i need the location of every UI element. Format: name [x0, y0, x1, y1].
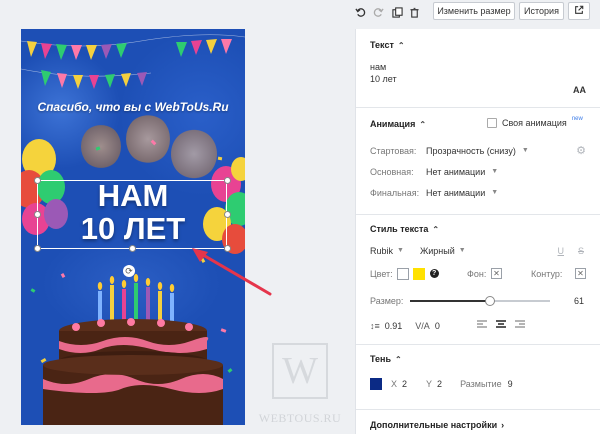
resize-handle-bl[interactable] — [34, 245, 41, 252]
chevron-right-icon: › — [501, 420, 505, 430]
size-label: Размер: — [370, 295, 404, 306]
text-content-editor[interactable]: нам 10 лет — [370, 61, 586, 85]
color-label: Цвет: — [370, 268, 393, 279]
size-value: 61 — [573, 295, 584, 306]
underline-icon[interactable]: U — [558, 246, 565, 256]
advanced-section: Дополнительные настройки › — [356, 410, 600, 434]
resize-handle-ml[interactable] — [34, 211, 41, 218]
outline-none-toggle[interactable]: ✕ — [575, 268, 586, 279]
size-slider-fill — [410, 299, 490, 302]
final-animation-select[interactable]: Нет анимации ▼ — [426, 188, 498, 198]
color-swatch-white[interactable] — [396, 267, 409, 280]
resize-handle-bm[interactable] — [129, 245, 136, 252]
caret-down-icon: ▼ — [491, 189, 499, 196]
gear-icon[interactable]: ⚙ — [576, 144, 586, 157]
background-none-toggle[interactable]: ✕ — [491, 268, 502, 279]
align-center-icon[interactable] — [496, 320, 506, 331]
design-canvas[interactable]: Спасибо, что вы с WebToUs.Ru НАМ 10 ЛЕТ — [21, 29, 245, 425]
resize-button[interactable]: Изменить размер — [433, 2, 515, 20]
background-label: Фон: — [467, 268, 487, 279]
shadow-section: Тень ⌃ X 2 Y 2 Размытие 9 — [356, 345, 600, 410]
shadow-y-label: Y — [426, 378, 433, 389]
help-icon[interactable]: ? — [429, 269, 439, 278]
resize-handle-mr[interactable] — [224, 211, 231, 218]
shadow-color-swatch[interactable] — [370, 377, 382, 390]
chevron-up-icon: ⌃ — [397, 40, 405, 50]
resize-handle-tr[interactable] — [224, 177, 231, 184]
letter-spacing-value[interactable]: 0 — [435, 321, 440, 331]
outline-label: Контур: — [531, 268, 563, 279]
resize-handle-tl[interactable] — [34, 177, 41, 184]
caret-down-icon: ▼ — [458, 247, 466, 254]
text-style-section-header[interactable]: Стиль текста ⌃ — [370, 224, 586, 234]
pointer-arrow — [192, 248, 272, 296]
main-animation-label: Основная: — [370, 166, 414, 177]
text-style-section: Стиль текста ⌃ Rubik ▼ Жирный ▼ U S Цвет: … — [356, 215, 600, 345]
bunting-flags — [21, 34, 245, 89]
thanks-caption[interactable]: Спасибо, что вы с WebToUs.Ru — [21, 100, 245, 114]
own-animation-toggle[interactable]: Своя анимация new — [487, 116, 583, 128]
shadow-y-value[interactable]: 2 — [437, 379, 442, 389]
delete-icon[interactable] — [406, 4, 422, 20]
redo-icon[interactable] — [370, 4, 386, 20]
strikethrough-icon[interactable]: S — [578, 246, 584, 256]
caret-down-icon: ▼ — [397, 247, 404, 254]
shadow-x-label: X — [391, 378, 398, 389]
start-animation-label: Стартовая: — [370, 145, 417, 156]
final-animation-label: Финальная: — [370, 187, 420, 198]
copy-icon[interactable] — [389, 4, 405, 20]
size-slider-knob[interactable] — [484, 295, 495, 306]
main-animation-select[interactable]: Нет анимации ▼ — [426, 167, 498, 177]
start-animation-select[interactable]: Прозрачность (снизу) ▼ — [426, 146, 529, 156]
align-left-icon[interactable] — [477, 320, 487, 331]
chevron-up-icon: ⌃ — [432, 224, 440, 234]
history-button[interactable]: История — [519, 2, 564, 20]
shadow-section-header[interactable]: Тень ⌃ — [370, 354, 586, 364]
chevron-up-icon: ⌃ — [419, 119, 427, 129]
export-button[interactable] — [568, 2, 590, 20]
color-swatch-yellow[interactable] — [412, 267, 425, 280]
new-badge: new — [571, 116, 583, 122]
text-section-header[interactable]: Текст ⌃ — [370, 40, 586, 50]
animation-section: Анимация ⌃ Своя анимация new Стартовая: … — [356, 108, 600, 215]
own-animation-checkbox[interactable] — [487, 118, 497, 128]
caret-down-icon: ▼ — [521, 147, 529, 154]
font-weight-select[interactable]: Жирный ▼ — [420, 246, 466, 256]
selection-box[interactable] — [37, 180, 227, 249]
text-case-button[interactable]: AA — [573, 85, 586, 95]
watermark: W WEBTOUS.RU — [252, 343, 348, 426]
animation-section-header[interactable]: Анимация ⌃ — [370, 119, 426, 129]
advanced-section-header[interactable]: Дополнительные настройки › — [370, 420, 586, 430]
watermark-text: WEBTOUS.RU — [258, 411, 342, 425]
size-slider[interactable] — [410, 295, 550, 306]
chevron-up-icon: ⌃ — [395, 354, 402, 364]
external-link-icon — [574, 5, 584, 17]
letter-spacing-icon: V/A — [415, 320, 430, 331]
line-height-icon: ↕≡ — [370, 320, 380, 331]
font-family-select[interactable]: Rubik ▼ — [370, 246, 404, 256]
caret-down-icon: ▼ — [491, 168, 499, 175]
shadow-x-value[interactable]: 2 — [402, 379, 407, 389]
watermark-logo: W — [272, 343, 328, 399]
text-section: Текст ⌃ нам 10 лет AA — [356, 29, 600, 108]
size-slider-track — [410, 295, 550, 306]
line-height-value[interactable]: 0.91 — [385, 321, 403, 331]
shadow-blur-label: Размытие — [460, 378, 502, 389]
shadow-blur-value[interactable]: 9 — [508, 379, 513, 389]
undo-icon[interactable] — [352, 4, 368, 20]
align-right-icon[interactable] — [515, 320, 525, 331]
properties-panel: Текст ⌃ нам 10 лет AA Анимация ⌃ Своя ан… — [355, 29, 600, 434]
